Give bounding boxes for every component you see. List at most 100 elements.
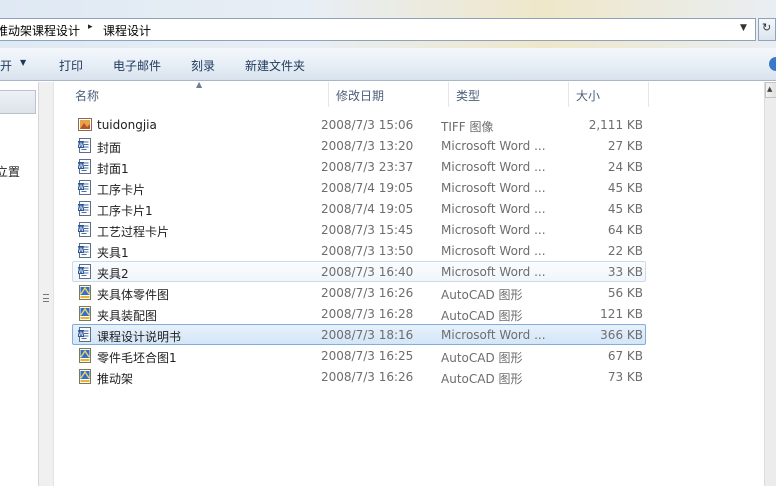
nav-item-label[interactable]: 立置 xyxy=(0,163,20,180)
autocad-drawing-icon xyxy=(78,369,92,384)
column-header-name[interactable]: 名称 xyxy=(75,87,99,104)
svg-text:W: W xyxy=(78,163,84,170)
nav-item-selected[interactable] xyxy=(0,90,36,114)
scroll-up-icon: ▲ xyxy=(767,85,773,93)
column-divider[interactable] xyxy=(448,82,449,107)
file-modified-date: 2008/7/3 16:25 xyxy=(321,349,414,363)
svg-text:W: W xyxy=(78,226,84,233)
address-history-dropdown-icon[interactable]: ▼ xyxy=(740,23,747,33)
file-type: Microsoft Word ... xyxy=(441,160,546,174)
file-name: 推动架 xyxy=(97,372,134,386)
column-header-size[interactable]: 大小 xyxy=(576,87,600,104)
file-size: 22 KB xyxy=(607,244,643,258)
file-row[interactable]: W 封面 2008/7/3 13:20 Microsoft Word ... 27 KB xyxy=(72,135,646,156)
file-row[interactable]: 推动架 2008/7/3 16:26 AutoCAD 图形 73 KB xyxy=(72,366,646,387)
svg-text:W: W xyxy=(78,268,84,275)
breadcrumb-item-current[interactable]: 课程设计 xyxy=(103,22,151,39)
file-modified-date: 2008/7/3 13:50 xyxy=(321,244,414,258)
refresh-icon: ↻ xyxy=(762,21,772,34)
file-type: Microsoft Word ... xyxy=(441,181,546,195)
command-toolbar: 开 ▼ 打印 电子邮件 刻录 新建文件夹 xyxy=(0,48,776,81)
file-name: 零件毛坯合图1 xyxy=(97,351,177,365)
file-type: AutoCAD 图形 xyxy=(441,288,523,302)
file-size: 121 KB xyxy=(600,307,643,321)
column-divider[interactable] xyxy=(648,82,649,107)
file-name: 夹具1 xyxy=(97,246,129,260)
file-row[interactable]: W 工序卡片1 2008/7/4 19:05 Microsoft Word ... 45… xyxy=(72,198,646,219)
burn-button[interactable]: 刻录 xyxy=(191,57,215,74)
svg-text:W: W xyxy=(78,142,84,149)
file-size: 24 KB xyxy=(607,160,643,174)
file-name: 课程设计说明书 xyxy=(97,330,182,344)
svg-text:W: W xyxy=(78,205,84,212)
word-document-icon: W xyxy=(78,243,92,258)
autocad-drawing-icon xyxy=(78,285,92,300)
word-document-icon: W xyxy=(78,264,92,279)
file-name: 工艺过程卡片 xyxy=(97,225,170,239)
file-modified-date: 2008/7/3 18:16 xyxy=(321,328,414,342)
file-row[interactable]: 夹具装配图 2008/7/3 16:28 AutoCAD 图形 121 KB xyxy=(72,303,646,324)
file-name: tuidongjia xyxy=(97,118,157,132)
file-row[interactable]: W 课程设计说明书 2008/7/3 18:16 Microsoft Word ...… xyxy=(72,324,646,345)
file-modified-date: 2008/7/4 19:05 xyxy=(321,202,414,216)
file-modified-date: 2008/7/4 19:05 xyxy=(321,181,414,195)
print-button[interactable]: 打印 xyxy=(59,57,83,74)
file-name: 夹具2 xyxy=(97,267,129,281)
file-type: Microsoft Word ... xyxy=(441,202,546,216)
nav-item-label-partial[interactable]: ) xyxy=(0,416,1,430)
open-button[interactable]: 开 xyxy=(0,57,12,74)
svg-text:W: W xyxy=(78,331,84,338)
file-modified-date: 2008/7/3 16:26 xyxy=(321,370,414,384)
file-row[interactable]: 夹具体零件图 2008/7/3 16:26 AutoCAD 图形 56 KB xyxy=(72,282,646,303)
file-size: 67 KB xyxy=(607,349,643,363)
open-dropdown-icon[interactable]: ▼ xyxy=(20,58,26,67)
breadcrumb[interactable]: 推动架课程设计 ▸ 课程设计 ▼ xyxy=(0,18,756,41)
scroll-up-button[interactable]: ▲ xyxy=(765,82,776,98)
file-size: 366 KB xyxy=(600,328,643,342)
file-size: 33 KB xyxy=(607,265,643,279)
column-divider[interactable] xyxy=(328,82,329,107)
file-modified-date: 2008/7/3 13:20 xyxy=(321,139,414,153)
file-modified-date: 2008/7/3 23:37 xyxy=(321,160,414,174)
file-modified-date: 2008/7/3 15:45 xyxy=(321,223,414,237)
file-size: 56 KB xyxy=(607,286,643,300)
file-size: 2,111 KB xyxy=(588,118,643,132)
tiff-image-icon xyxy=(78,117,92,132)
file-row[interactable]: W 工艺过程卡片 2008/7/3 15:45 Microsoft Word ... 6… xyxy=(72,219,646,240)
vertical-scrollbar[interactable]: ▲ xyxy=(764,82,776,486)
splitter-grip-icon[interactable] xyxy=(43,294,49,302)
file-list: ▲ 名称 修改日期 类型 大小 tuidongjia 2008/7/3 15:06… xyxy=(56,80,764,486)
file-row[interactable]: 零件毛坯合图1 2008/7/3 16:25 AutoCAD 图形 67 KB xyxy=(72,345,646,366)
file-row[interactable]: W 工序卡片 2008/7/4 19:05 Microsoft Word ... 45 … xyxy=(72,177,646,198)
word-document-icon: W xyxy=(78,159,92,174)
file-size: 45 KB xyxy=(607,181,643,195)
svg-text:W: W xyxy=(78,247,84,254)
breadcrumb-separator-icon[interactable]: ▸ xyxy=(88,22,93,32)
breadcrumb-item-parent[interactable]: 推动架课程设计 xyxy=(0,22,80,39)
email-button[interactable]: 电子邮件 xyxy=(113,57,161,74)
help-icon[interactable] xyxy=(766,56,776,72)
file-size: 73 KB xyxy=(607,370,643,384)
refresh-button[interactable]: ↻ xyxy=(758,18,776,41)
column-header-type[interactable]: 类型 xyxy=(456,87,480,104)
column-header-date[interactable]: 修改日期 xyxy=(336,87,384,104)
file-modified-date: 2008/7/3 16:28 xyxy=(321,307,414,321)
file-row[interactable]: W 夹具2 2008/7/3 16:40 Microsoft Word ... 33 K… xyxy=(72,261,646,282)
file-name: 工序卡片 xyxy=(97,183,146,197)
file-type: Microsoft Word ... xyxy=(441,244,546,258)
file-row[interactable]: tuidongjia 2008/7/3 15:06 TIFF 图像 2,111 KB xyxy=(72,114,646,135)
navigation-pane: 立置 ) xyxy=(0,82,38,486)
file-type: Microsoft Word ... xyxy=(441,139,546,153)
pane-splitter[interactable] xyxy=(38,82,54,486)
file-size: 45 KB xyxy=(607,202,643,216)
new-folder-button[interactable]: 新建文件夹 xyxy=(245,57,305,74)
file-row[interactable]: W 封面1 2008/7/3 23:37 Microsoft Word ... 24 K… xyxy=(72,156,646,177)
file-row[interactable]: W 夹具1 2008/7/3 13:50 Microsoft Word ... 22 K… xyxy=(72,240,646,261)
file-type: Microsoft Word ... xyxy=(441,265,546,279)
column-divider[interactable] xyxy=(568,82,569,107)
column-headers: ▲ 名称 修改日期 类型 大小 xyxy=(56,80,764,107)
file-name: 工序卡片1 xyxy=(97,204,153,218)
word-document-icon: W xyxy=(78,138,92,153)
file-type: AutoCAD 图形 xyxy=(441,372,523,386)
file-modified-date: 2008/7/3 16:26 xyxy=(321,286,414,300)
